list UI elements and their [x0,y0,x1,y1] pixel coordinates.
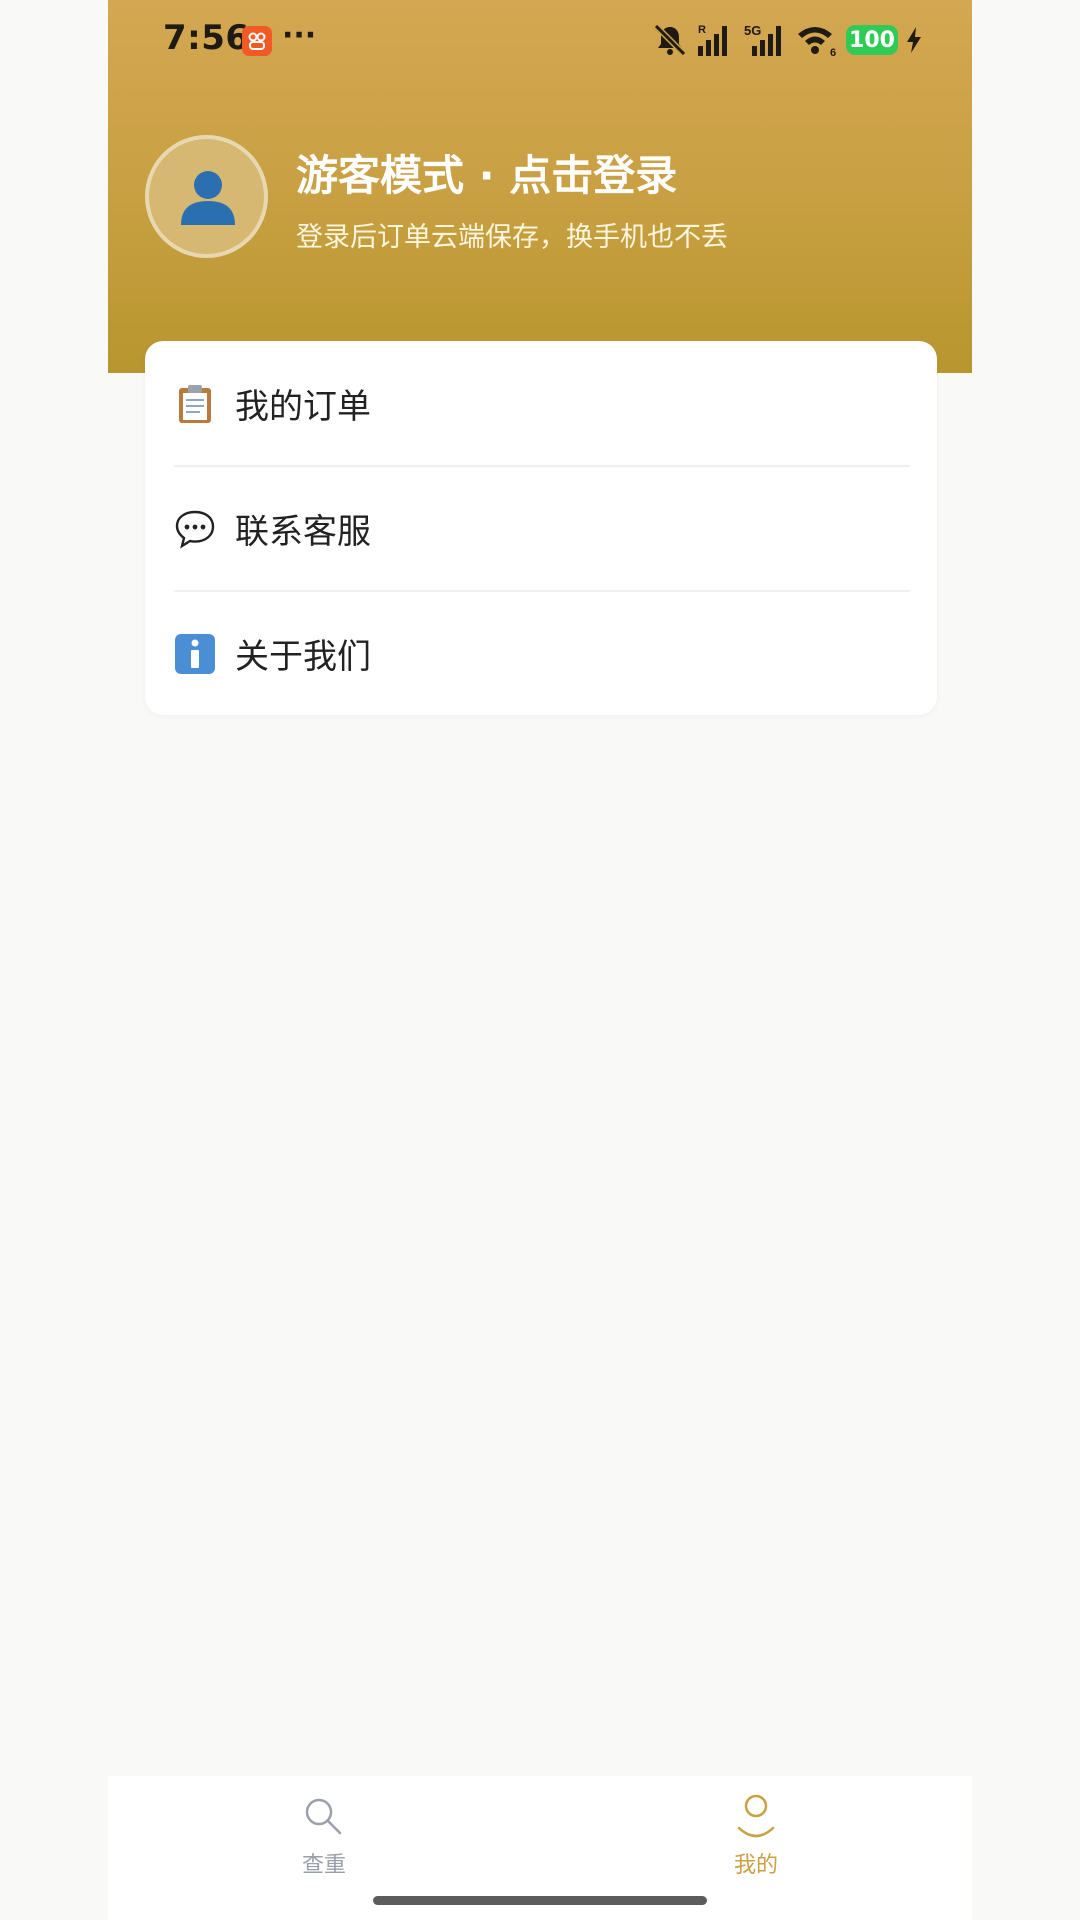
charging-icon [907,27,921,53]
notification-app-icon [242,26,272,56]
wifi-icon: 6 [798,27,836,58]
menu-item-about-us[interactable]: 关于我们 [145,591,937,716]
search-icon [301,1794,347,1844]
nav-tab-label: 查重 [301,1853,346,1878]
roaming-label: R [698,24,706,36]
wifi-sub-label: 6 [830,47,836,58]
menu-item-contact-support[interactable]: 联系客服 [145,466,937,591]
mute-bell-icon [653,23,687,57]
login-prompt-subtitle: 登录后订单云端保存，换手机也不丢 [296,222,728,253]
battery-indicator: 100 [846,25,898,55]
clipboard-icon [174,383,216,425]
status-time: 7:56 [163,18,250,58]
menu-item-my-orders[interactable]: 我的订单 [145,341,937,466]
nav-tab-check-duplicate[interactable]: 查重 [224,1776,424,1886]
user-silhouette-icon [181,171,235,225]
signal-icon-5g: 5G [744,23,781,56]
menu-item-label: 联系客服 [235,512,371,552]
login-prompt-title[interactable]: 游客模式 · 点击登录 [296,142,677,203]
home-indicator[interactable] [373,1896,707,1905]
status-icons: R 5G 6 100 [652,20,922,60]
menu-item-label: 我的订单 [235,387,371,427]
info-icon [174,633,216,675]
signal-icon-r: R [698,24,727,56]
avatar[interactable] [145,135,268,258]
status-bar: 7:56 ··· R 5G 6 100 [108,0,972,80]
speech-bubble-icon [174,508,216,550]
menu-item-label: 关于我们 [235,637,371,677]
status-more-dots: ··· [282,18,317,53]
menu-card: 我的订单 联系客服 关于我们 [145,341,937,715]
network-5g-label: 5G [744,23,761,38]
app-screen: 7:56 ··· R 5G 6 100 游客模式 · 点击登录 登录后订单云端保… [108,0,972,1920]
user-icon [733,1794,779,1844]
nav-tab-label: 我的 [733,1853,778,1878]
nav-tab-mine[interactable]: 我的 [656,1776,856,1886]
